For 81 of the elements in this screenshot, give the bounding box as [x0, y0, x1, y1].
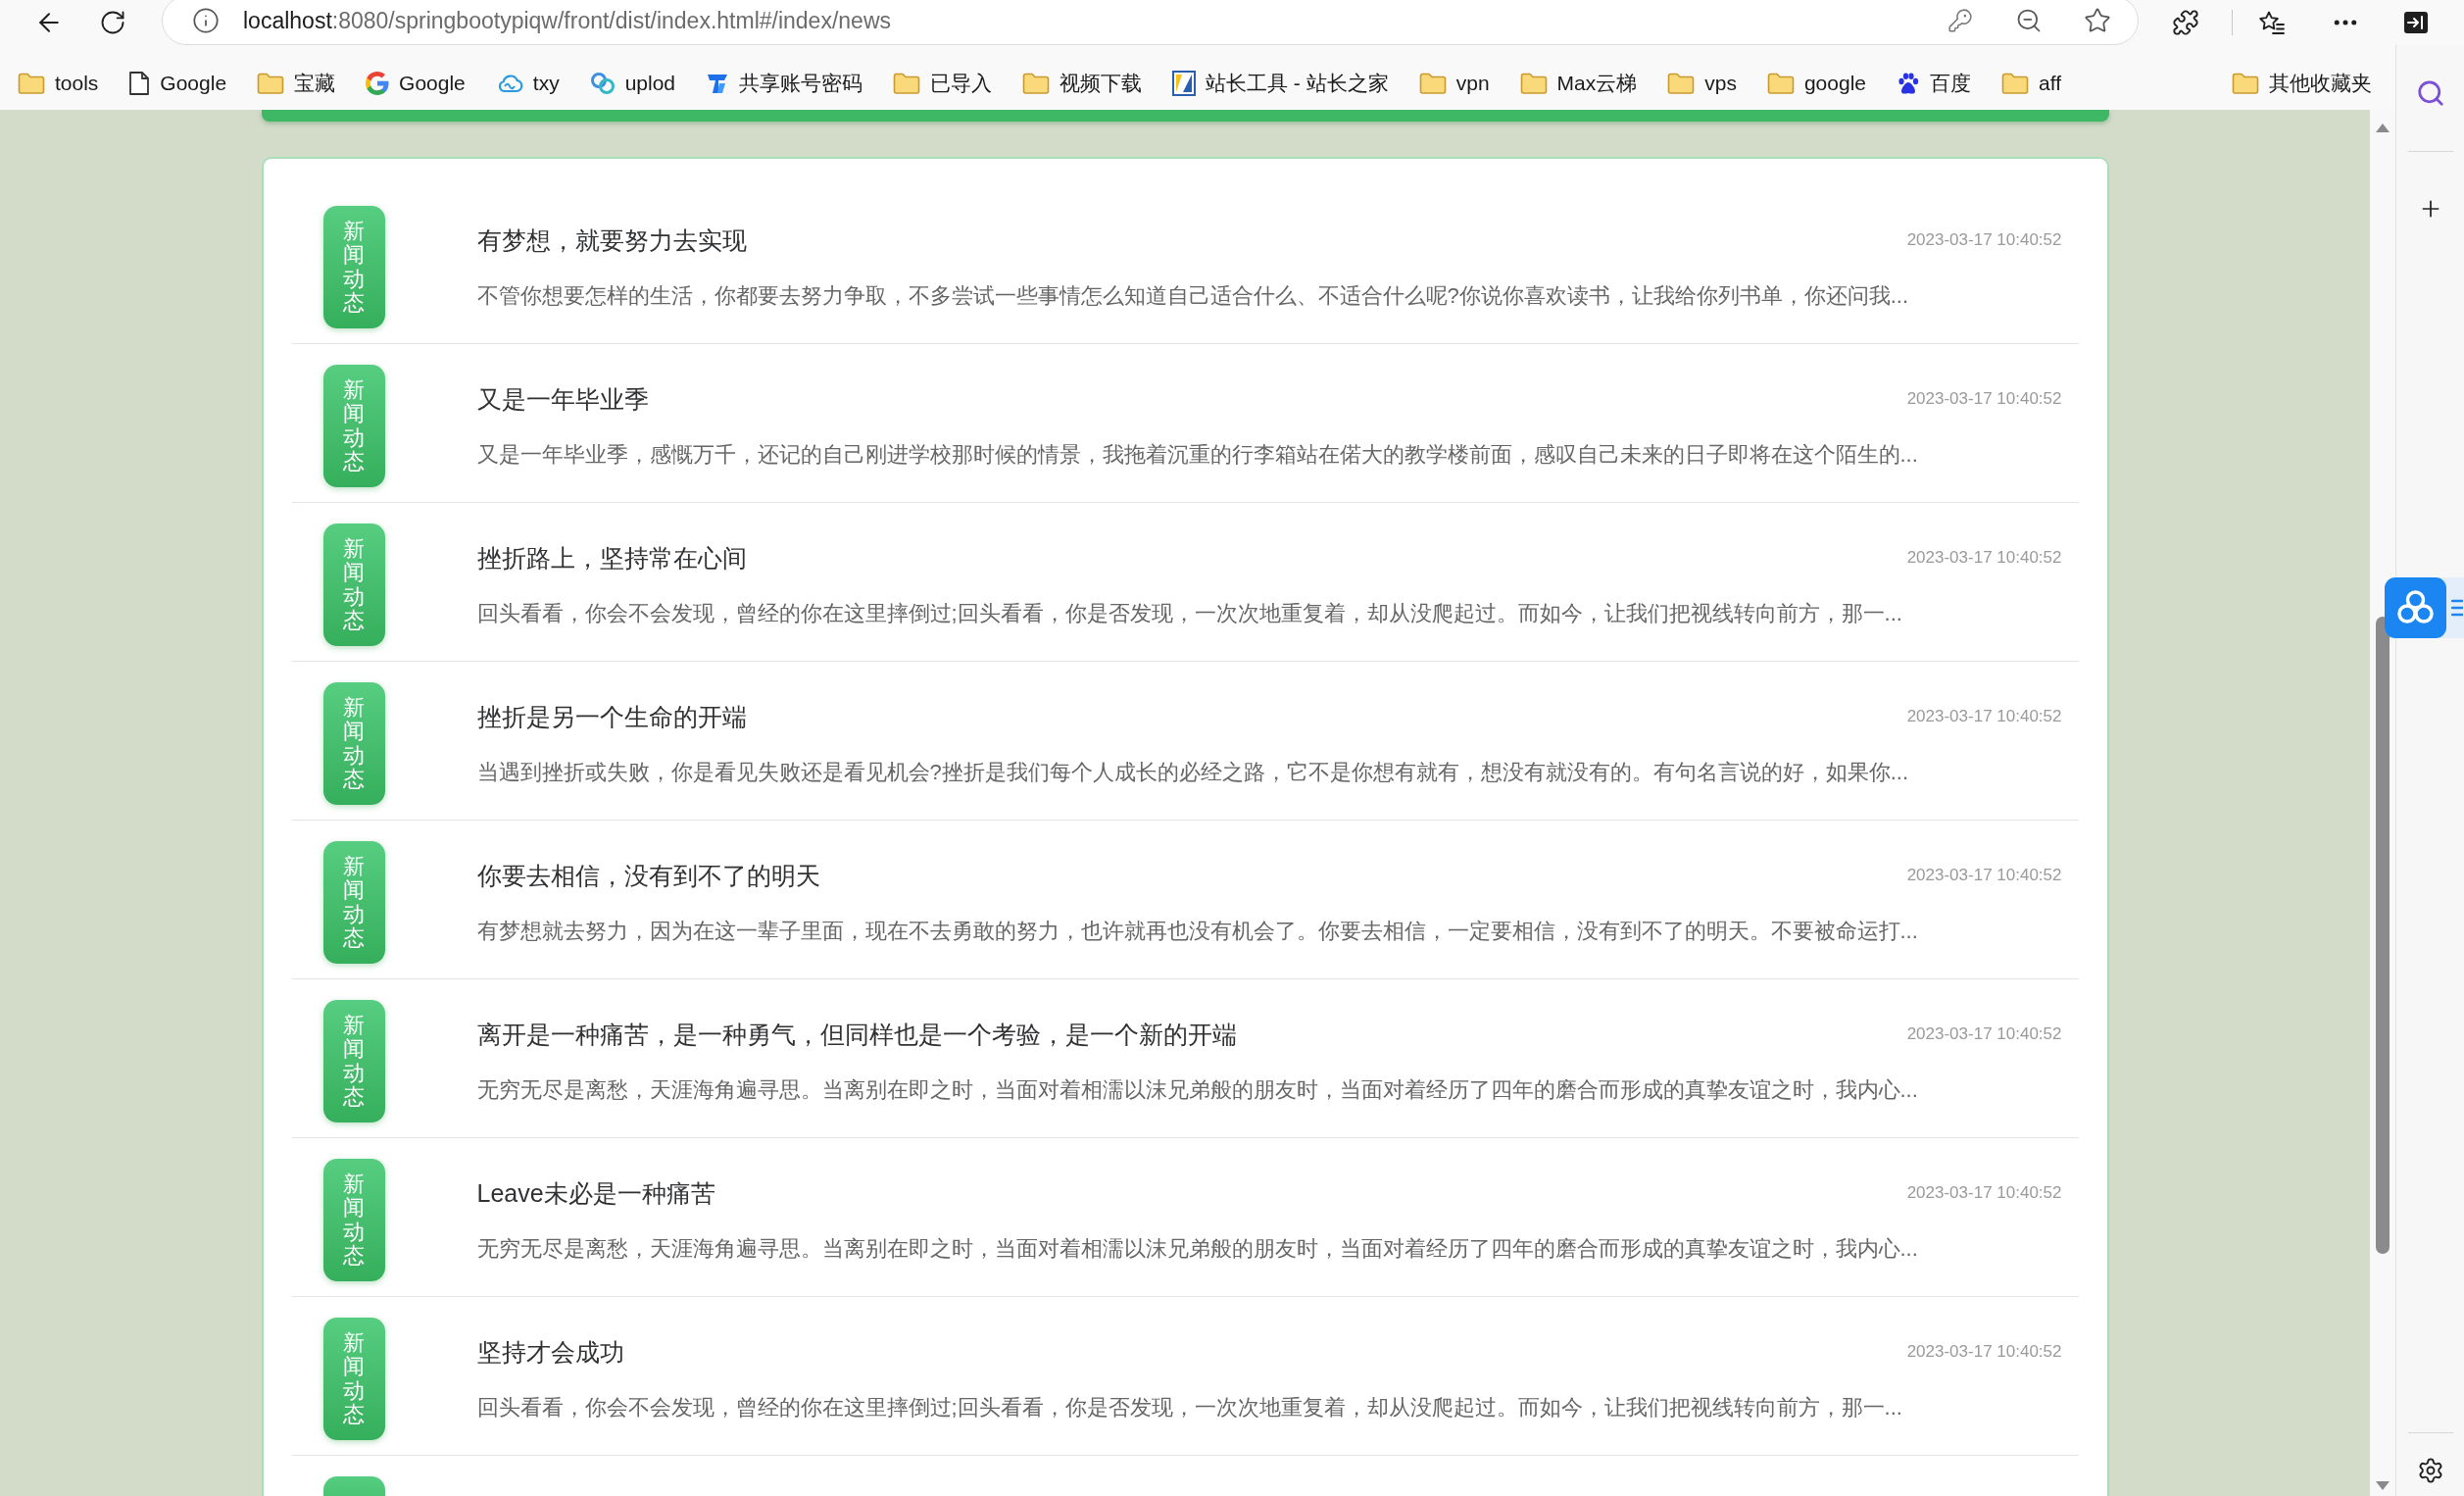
folder-icon — [1519, 73, 1548, 94]
news-summary: 回头看看，你会不会发现，曾经的你在这里摔倒过;回头看看，你是否发现，一次次地重复着，却从没爬起过。而如今，让我们把视线转向前方，那一... — [476, 1394, 1903, 1421]
news-badge: 新闻动态 — [322, 524, 385, 646]
bookmark-item[interactable]: Max云梯 — [1519, 70, 1638, 97]
bookmark-item[interactable]: txy — [495, 72, 560, 95]
bookmark-item[interactable]: vpn — [1418, 72, 1490, 95]
news-badge — [322, 1476, 385, 1496]
news-summary: 不管你想要怎样的生活，你都要去努力争取，不多尝试一些事情怎么知道自己适合什么、不适合什么呢?你说你喜欢读书，让我给你列书单，你还问我... — [476, 282, 1910, 310]
news-date: 2023-03-17 10:40:52 — [1906, 230, 2062, 250]
news-title[interactable]: 挫折是另一个生命的开端 — [476, 700, 747, 733]
news-title[interactable]: 你要去相信，没有到不了的明天 — [476, 859, 820, 892]
info-icon[interactable] — [192, 7, 220, 34]
news-date: 2023-03-17 10:40:52 — [1906, 1342, 2062, 1362]
puzzle-icon[interactable] — [2171, 9, 2199, 36]
search-icon[interactable] — [2415, 78, 2445, 108]
bookmark-item[interactable]: vps — [1667, 72, 1737, 95]
bookmark-item[interactable]: 共享账号密码 — [706, 70, 863, 97]
news-summary: 无穷无尽是离愁，天涯海角遍寻思。当离别在即之时，当面对着相濡以沫兄弟般的朋友时，当面对着经历了四年的磨合而形成的真挚友谊之时，我内心... — [476, 1076, 1919, 1104]
address-bar[interactable]: localhost:8080/springbootypiqw/front/dist/index.html#/index/news — [162, 0, 2139, 45]
folder-icon — [893, 73, 921, 94]
news-summary: 又是一年毕业季，感慨万千，还记的自己刚进学校那时候的情景，我拖着沉重的行李箱站在偌大的教学楼前面，感叹自己未来的日子即将在这个陌生的... — [476, 441, 1919, 469]
bookmark-item[interactable]: tools — [18, 72, 99, 95]
folder-icon — [18, 73, 45, 94]
key-icon[interactable] — [1947, 8, 1973, 33]
g-logo-icon — [366, 72, 390, 95]
split-tile-icon — [1172, 71, 1197, 96]
news-date: 2023-03-17 10:40:52 — [1906, 548, 2062, 568]
page-icon — [128, 71, 151, 96]
menu-icon[interactable] — [2451, 599, 2463, 617]
folder-icon — [2001, 73, 2029, 94]
news-summary: 无穷无尽是离愁，天涯海角遍寻思。当离别在即之时，当面对着相濡以沫兄弟般的朋友时，当面对着经历了四年的磨合而形成的真挚友谊之时，我内心... — [476, 1235, 1919, 1263]
folder-icon — [1766, 73, 1795, 94]
up-arrow-icon[interactable] — [2376, 124, 2390, 132]
news-date: 2023-03-17 10:40:52 — [1906, 707, 2062, 726]
down-arrow-icon[interactable] — [2376, 1481, 2390, 1490]
bookmark-item[interactable]: aff — [2001, 72, 2061, 95]
cloud-app-icon[interactable] — [2385, 577, 2446, 638]
t-shape-icon — [706, 72, 730, 95]
url-text[interactable]: localhost:8080/springbootypiqw/front/dist/index.html#/index/news — [243, 7, 1926, 34]
bookmark-item[interactable]: 已导入 — [893, 70, 993, 97]
zoom-out-icon[interactable] — [2015, 7, 2043, 34]
bookmark-item[interactable]: 站长工具 - 站长之家 — [1172, 70, 1389, 97]
sidebar-toggle-icon[interactable] — [2402, 11, 2429, 34]
paw-icon — [1897, 72, 1920, 95]
folder-icon — [1418, 73, 1447, 94]
folder-icon — [1667, 73, 1696, 94]
bookmark-item[interactable]: 其他收藏夹 — [2232, 70, 2372, 97]
news-summary: 当遇到挫折或失败，你是看见失败还是看见机会?挫折是我们每个人成长的必经之路，它不是你想有就有，想没有就没有的。有句名言说的好，如果你... — [476, 759, 1910, 786]
news-date: 2023-03-17 10:40:52 — [1906, 866, 2062, 885]
news-date: 2023-03-17 10:40:52 — [1906, 1024, 2062, 1044]
bookmark-item[interactable]: 百度 — [1897, 70, 1971, 97]
favorites-icon[interactable] — [2258, 10, 2286, 35]
bookmark-item[interactable]: 宝藏 — [257, 70, 336, 97]
news-summary: 有梦想就去努力，因为在这一辈子里面，现在不去勇敢的努力，也许就再也没有机会了。你要去相信，一定要相信，没有到不了的明天。不要被命运打... — [476, 918, 1919, 945]
bookmark-item[interactable]: Google — [366, 72, 466, 95]
news-summary: 回头看看，你会不会发现，曾经的你在这里摔倒过;回头看看，你是否发现，一次次地重复着，却从没爬起过。而如今，让我们把视线转向前方，那一... — [476, 600, 1903, 627]
scrollbar-thumb[interactable] — [2376, 617, 2390, 1254]
bookmark-item[interactable]: 视频下载 — [1022, 70, 1143, 97]
bookmark-item[interactable]: google — [1766, 72, 1866, 95]
news-badge: 新闻动态 — [322, 1159, 385, 1281]
news-date: 2023-03-17 10:40:52 — [1906, 389, 2062, 409]
folder-icon — [1022, 73, 1051, 94]
news-title[interactable]: 坚持才会成功 — [476, 1335, 624, 1369]
news-badge: 新闻动态 — [322, 682, 385, 805]
news-title[interactable]: Leave未必是一种痛苦 — [476, 1176, 715, 1210]
circles-icon — [589, 72, 616, 95]
news-title[interactable]: 挫折路上，坚持常在心间 — [476, 541, 747, 574]
news-title[interactable]: 离开是一种痛苦，是一种勇气，但同样也是一个考验，是一个新的开端 — [476, 1018, 1237, 1051]
news-badge: 新闻动态 — [322, 841, 385, 964]
bookmark-item[interactable]: uplod — [589, 72, 676, 95]
news-title[interactable]: 有梦想，就要努力去实现 — [476, 224, 747, 257]
folder-icon — [257, 73, 285, 94]
news-badge: 新闻动态 — [322, 1318, 385, 1440]
news-date: 2023-03-17 10:40:52 — [1906, 1183, 2062, 1203]
news-badge: 新闻动态 — [322, 1000, 385, 1122]
news-badge: 新闻动态 — [322, 206, 385, 328]
news-title[interactable]: 又是一年毕业季 — [476, 382, 649, 416]
news-badge: 新闻动态 — [322, 365, 385, 487]
folder-icon — [2232, 73, 2259, 94]
star-icon[interactable] — [2084, 7, 2111, 34]
bookmark-item[interactable]: Google — [128, 71, 227, 96]
